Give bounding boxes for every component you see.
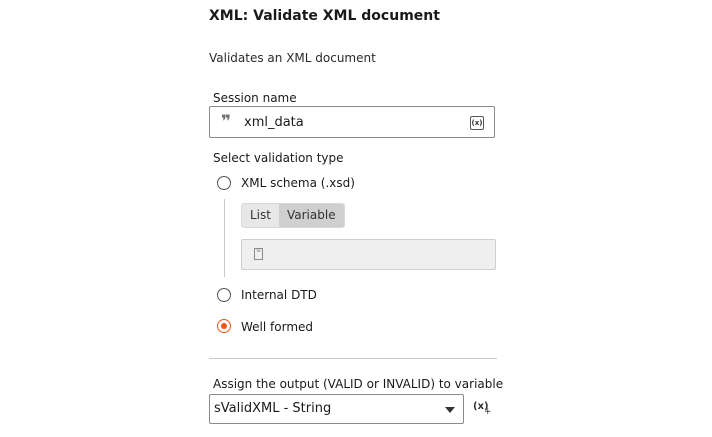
- chevron-down-icon: [445, 407, 455, 413]
- output-variable-label: Assign the output (VALID or INVALID) to …: [213, 377, 504, 391]
- output-variable-value: sValidXML - String: [214, 401, 332, 416]
- session-name-value: xml_data: [244, 115, 304, 130]
- document-icon: ≡: [254, 248, 263, 260]
- schema-source-toggle: List Variable: [241, 203, 345, 228]
- session-name-label: Session name: [213, 91, 297, 105]
- section-divider: [209, 358, 497, 359]
- output-variable-select[interactable]: sValidXML - String: [209, 394, 464, 424]
- schema-options-indent-line: [224, 199, 225, 277]
- toggle-variable[interactable]: Variable: [278, 204, 344, 227]
- session-name-field[interactable]: ❞ xml_data (x): [209, 106, 495, 138]
- variable-insert-icon[interactable]: (x): [470, 116, 484, 130]
- radio-internal-dtd-label: Internal DTD: [241, 288, 317, 302]
- radio-internal-dtd[interactable]: [217, 288, 231, 302]
- radio-well-formed[interactable]: [217, 319, 231, 333]
- add-variable-plus-icon: +: [484, 407, 492, 417]
- toggle-list[interactable]: List: [242, 204, 279, 227]
- schema-variable-field: ≡: [241, 239, 496, 270]
- page-title: XML: Validate XML document: [209, 8, 440, 24]
- validation-type-label: Select validation type: [213, 151, 344, 165]
- quote-icon: ❞: [221, 112, 231, 132]
- radio-xml-schema[interactable]: [217, 176, 231, 190]
- page-description: Validates an XML document: [209, 51, 376, 65]
- radio-xml-schema-label: XML schema (.xsd): [241, 176, 355, 190]
- radio-well-formed-label: Well formed: [241, 320, 314, 334]
